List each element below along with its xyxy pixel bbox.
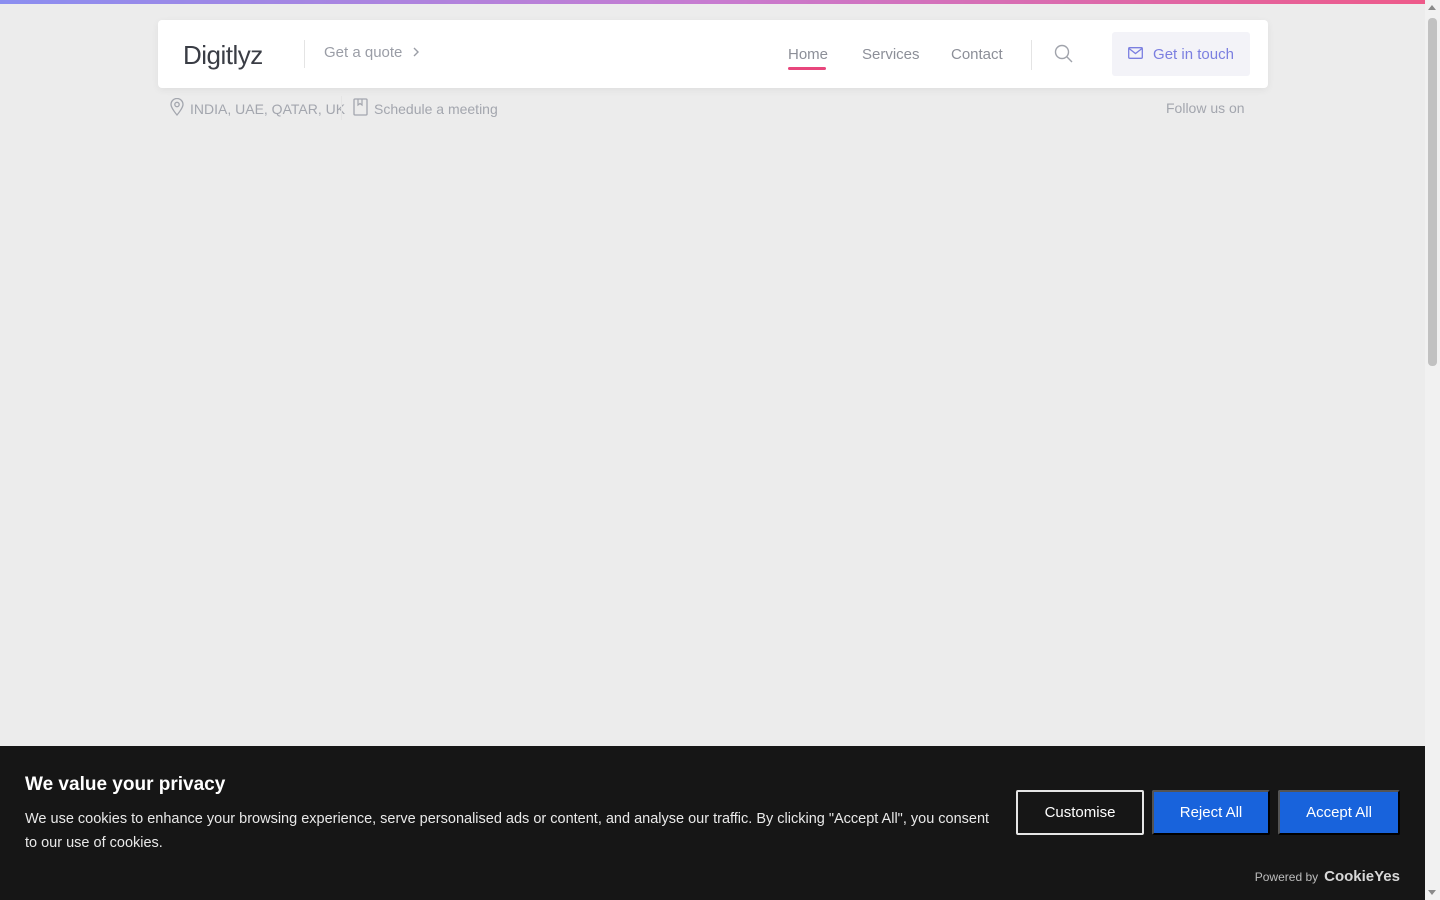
locations-info: INDIA, UAE, QATAR, UK bbox=[170, 97, 346, 119]
top-gradient-bar bbox=[0, 0, 1425, 4]
mail-icon bbox=[1128, 46, 1143, 63]
subbar-divider bbox=[341, 96, 342, 120]
schedule-meeting-label: Schedule a meeting bbox=[374, 100, 498, 117]
scroll-up-arrow[interactable] bbox=[1428, 5, 1436, 10]
scroll-down-arrow[interactable] bbox=[1428, 890, 1436, 895]
nav-divider bbox=[1031, 40, 1032, 70]
accept-all-button[interactable]: Accept All bbox=[1278, 790, 1400, 835]
cookieyes-logo[interactable]: CookieYes bbox=[1324, 868, 1400, 885]
get-a-quote-label: Get a quote bbox=[324, 44, 403, 61]
get-in-touch-button[interactable]: Get in touch bbox=[1112, 32, 1250, 76]
vertical-scrollbar[interactable] bbox=[1425, 0, 1440, 900]
nav-services[interactable]: Services bbox=[862, 46, 920, 63]
reject-all-button[interactable]: Reject All bbox=[1152, 790, 1270, 835]
calendar-icon bbox=[353, 98, 368, 119]
customise-button[interactable]: Customise bbox=[1016, 790, 1144, 835]
cookie-banner-text: We use cookies to enhance your browsing … bbox=[25, 811, 990, 851]
site-header: Digitlyz Get a quote Home Services Conta… bbox=[158, 20, 1268, 88]
cookie-consent-banner: We value your privacy We use cookies to … bbox=[0, 746, 1425, 900]
get-a-quote-link[interactable]: Get a quote bbox=[324, 44, 420, 61]
scrollbar-thumb[interactable] bbox=[1428, 18, 1437, 366]
powered-by-label: Powered by bbox=[1254, 870, 1319, 884]
search-icon[interactable] bbox=[1054, 44, 1074, 64]
nav-home[interactable]: Home bbox=[788, 46, 828, 63]
header-divider bbox=[304, 40, 305, 68]
get-in-touch-label: Get in touch bbox=[1153, 45, 1234, 63]
chevron-right-icon bbox=[412, 45, 420, 61]
map-pin-icon bbox=[170, 97, 184, 119]
cookie-banner-title: We value your privacy bbox=[25, 774, 226, 795]
powered-by: Powered by CookieYes bbox=[1255, 868, 1400, 885]
site-logo[interactable]: Digitlyz bbox=[183, 40, 263, 71]
locations-text: INDIA, UAE, QATAR, UK bbox=[190, 100, 346, 117]
nav-active-indicator bbox=[788, 67, 826, 70]
sub-header-bar: INDIA, UAE, QATAR, UK Schedule a meeting… bbox=[0, 96, 1425, 122]
follow-us-text: Follow us on bbox=[1166, 100, 1245, 116]
schedule-meeting-link[interactable]: Schedule a meeting bbox=[353, 98, 498, 119]
nav-contact[interactable]: Contact bbox=[951, 46, 1003, 63]
